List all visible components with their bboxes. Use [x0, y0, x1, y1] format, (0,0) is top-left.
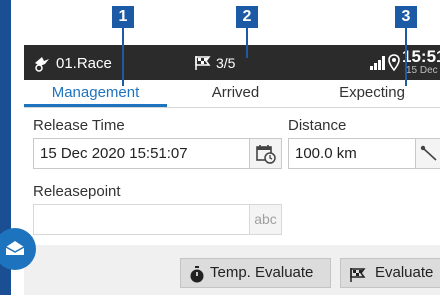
pigeon-icon	[32, 54, 52, 77]
tab-management[interactable]: Management	[24, 80, 167, 107]
callout-1: 1	[112, 6, 134, 28]
checkered-flag-icon	[349, 265, 367, 293]
release-time-label: Release Time	[33, 117, 125, 134]
temp-evaluate-label: Temp. Evaluate	[210, 264, 314, 281]
envelope-icon	[4, 239, 26, 262]
action-bar: Temp. Evaluate Evaluate	[24, 245, 440, 295]
callout-3: 3	[395, 6, 417, 28]
releasepoint-field[interactable]	[33, 204, 250, 235]
distance-label: Distance	[288, 117, 347, 134]
evaluate-label: Evaluate	[375, 264, 434, 281]
flag-icon	[194, 55, 212, 76]
callout-2: 2	[236, 6, 258, 28]
callout-3-line	[405, 28, 407, 86]
route-button[interactable]	[416, 138, 440, 169]
release-time-field[interactable]: 15 Dec 2020 15:51:07	[33, 138, 250, 169]
temp-evaluate-button[interactable]: Temp. Evaluate	[180, 258, 331, 288]
app-screen: 01.Race 3/5 15:51:1 15 Dec 20	[24, 45, 440, 295]
stopwatch-icon	[189, 265, 205, 293]
status-bar: 01.Race 3/5 15:51:1 15 Dec 20	[24, 45, 440, 80]
race-name: 01.Race	[56, 55, 112, 72]
signal-icon	[370, 56, 386, 75]
keyboard-abc-button[interactable]: abc	[250, 204, 282, 235]
callout-2-line	[246, 28, 248, 58]
evaluate-button[interactable]: Evaluate	[340, 258, 440, 288]
clock-time: 15:51:1	[402, 47, 440, 66]
distance-field[interactable]: 100.0 km	[288, 138, 416, 169]
route-icon	[420, 145, 440, 168]
tab-bar: Management Arrived Expecting	[24, 80, 440, 108]
tab-expecting[interactable]: Expecting	[304, 80, 440, 107]
clock-date: 15 Dec 20	[406, 65, 440, 76]
active-tab-indicator	[24, 104, 167, 107]
calendar-clock-icon	[256, 144, 276, 169]
calendar-button[interactable]	[250, 138, 282, 169]
callout-1-line	[122, 28, 124, 86]
race-progress: 3/5	[216, 55, 236, 71]
releasepoint-label: Releasepoint	[33, 183, 121, 200]
tab-arrived[interactable]: Arrived	[167, 80, 304, 107]
location-icon	[388, 54, 400, 77]
